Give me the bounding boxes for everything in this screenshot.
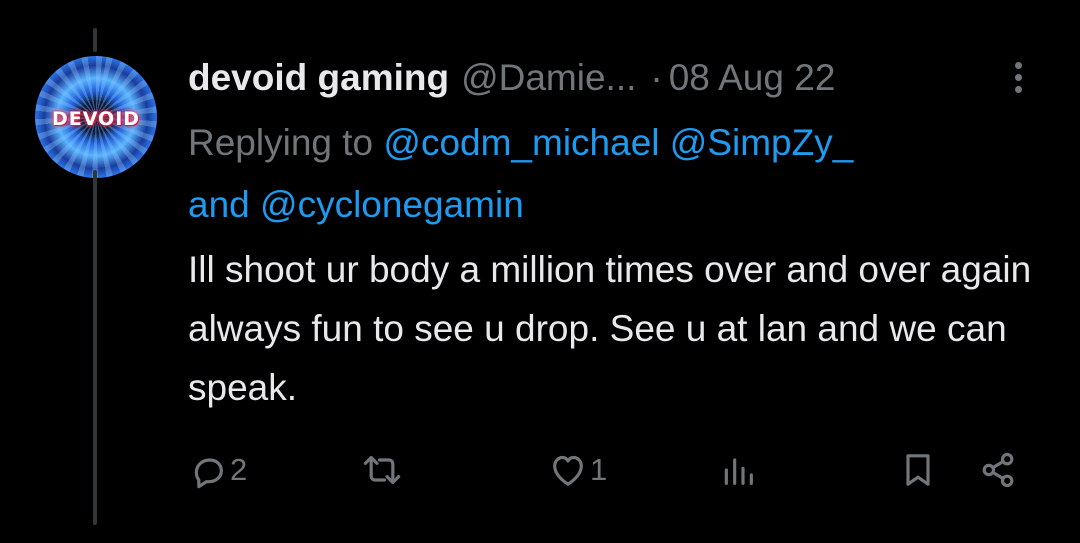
share-button[interactable]	[978, 450, 1018, 490]
avatar[interactable]: DEVOID	[35, 56, 157, 178]
views-button[interactable]	[718, 450, 758, 490]
share-icon	[982, 452, 1014, 488]
retweet-icon	[363, 455, 401, 485]
replying-to: Replying to @codm_michael @SimpZy_ and @…	[188, 112, 1048, 236]
views-icon	[724, 458, 753, 485]
replying-to-label: Replying to	[188, 122, 374, 163]
mention-codm-michael[interactable]: @codm_michael	[383, 122, 659, 163]
author-handle[interactable]: @Damie...	[461, 57, 636, 99]
avatar-logo: DEVOID	[51, 108, 141, 130]
tweet-header: devoid gaming @Damie... · 08 Aug 22	[188, 50, 1048, 106]
bookmark-icon	[906, 454, 930, 486]
tweet-content: devoid gaming @Damie... · 08 Aug 22 Repl…	[188, 50, 1048, 417]
reply-icon	[194, 458, 223, 489]
more-icon[interactable]	[1010, 62, 1026, 102]
mention-cyclonegamin[interactable]: @cyclonegamin	[260, 184, 524, 225]
like-icon	[553, 455, 583, 486]
separator-dot: ·	[650, 57, 663, 98]
mention-and[interactable]: and	[188, 184, 250, 225]
mention-simpzy[interactable]: @SimpZy_	[670, 122, 854, 163]
thread-line	[93, 170, 97, 525]
reply-button[interactable]: 2	[188, 450, 247, 490]
action-bar: 2 1	[188, 450, 1028, 494]
retweet-button[interactable]	[360, 450, 404, 490]
author-name[interactable]: devoid gaming	[188, 57, 449, 99]
like-count: 1	[590, 452, 608, 487]
tweet-date[interactable]: 08 Aug 22	[669, 57, 836, 99]
bookmark-button[interactable]	[898, 450, 938, 490]
like-button[interactable]: 1	[548, 450, 607, 490]
reply-count: 2	[230, 452, 248, 487]
thread-line-top	[93, 28, 97, 52]
tweet-text: Ill shoot ur body a million times over a…	[188, 249, 1032, 408]
